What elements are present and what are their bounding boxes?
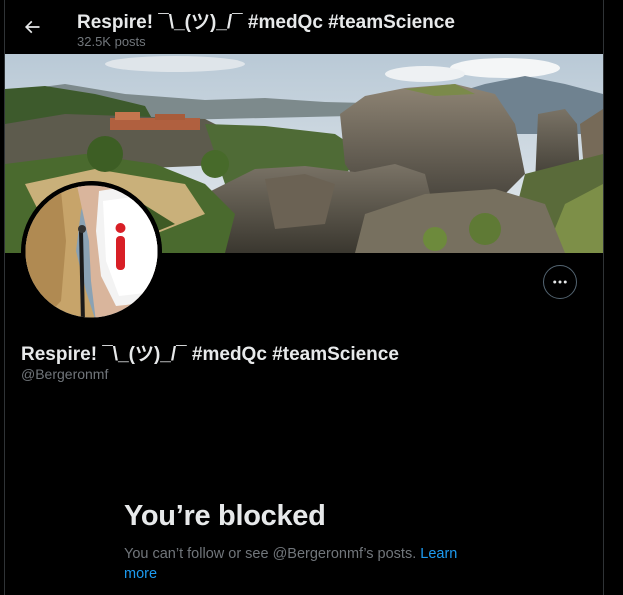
header-title: Respire! ¯\_(ツ)_/¯ #medQc #teamScience bbox=[77, 12, 455, 33]
display-name: Respire! ¯\_(ツ)_/¯ #medQc #teamScience bbox=[21, 344, 399, 365]
back-button[interactable] bbox=[17, 12, 47, 42]
profile-handle: @Bergeronmf bbox=[21, 366, 109, 382]
avatar-photo bbox=[21, 181, 162, 322]
blocked-message: You can’t follow or see @Bergeronmf’s po… bbox=[124, 544, 484, 584]
post-count: 32.5K posts bbox=[77, 34, 146, 49]
blocked-title: You’re blocked bbox=[124, 500, 326, 532]
profile-avatar[interactable] bbox=[21, 181, 162, 322]
profile-header: Respire! ¯\_(ツ)_/¯ #medQc #teamScience 3… bbox=[5, 0, 603, 54]
more-button[interactable] bbox=[543, 265, 577, 299]
blocked-message-text: You can’t follow or see @Bergeronmf’s po… bbox=[124, 546, 421, 562]
profile-page: Respire! ¯\_(ツ)_/¯ #medQc #teamScience 3… bbox=[0, 0, 623, 595]
more-horizontal-icon bbox=[553, 280, 567, 284]
right-divider bbox=[603, 0, 604, 595]
arrow-left-icon bbox=[24, 20, 40, 34]
